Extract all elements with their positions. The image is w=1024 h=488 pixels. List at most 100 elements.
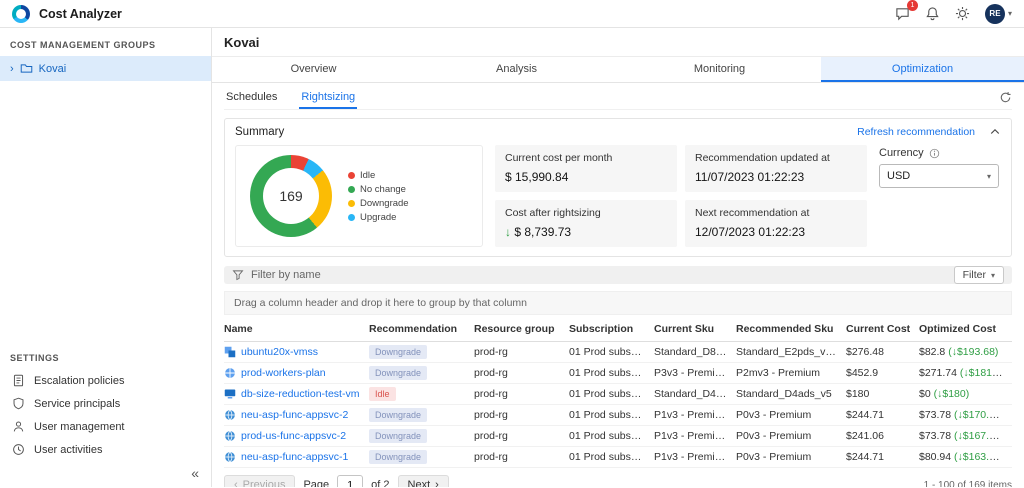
user-menu[interactable]: RE ▾ [984, 3, 1012, 24]
recommended-sku-cell: P0v3 - Premium [736, 409, 812, 421]
current-sku-cell: Standard_D8as_... [654, 346, 736, 358]
top-bar: Cost Analyzer 1 RE ▾ [0, 0, 1024, 28]
shield-icon [13, 397, 24, 410]
recommendation-badge: Downgrade [369, 429, 428, 443]
gear-icon [955, 6, 970, 21]
current-sku-cell: P1v3 - PremiumV3 [654, 451, 736, 463]
bell-icon [926, 7, 939, 21]
optimized-cost-value: $73.78 [919, 430, 952, 442]
tab-overview[interactable]: Overview [212, 57, 415, 82]
info-icon[interactable] [929, 148, 940, 159]
resource-name-link[interactable]: prod-workers-plan [241, 367, 326, 379]
resource-name-link[interactable]: db-size-reduction-test-vm [241, 388, 359, 400]
tab-analysis[interactable]: Analysis [415, 57, 618, 82]
current-sku-cell: Standard_D4ads_v5 [654, 388, 736, 400]
col-current-cost[interactable]: Current Cost [846, 323, 919, 335]
table-body: ubuntu20x-vmss Downgrade prod-rg 01 Prod… [224, 342, 1012, 468]
previous-page-button[interactable]: ‹ Previous [224, 475, 296, 487]
recommended-sku-cell: P0v3 - Premium [736, 430, 812, 442]
recommendation-badge: Downgrade [369, 450, 428, 464]
tab-bar: Overview Analysis Monitoring Optimizatio… [212, 57, 1024, 83]
sidebar-item-service-principals[interactable]: Service principals [0, 392, 211, 415]
savings-value: (↓$193.68) [948, 346, 999, 358]
chevron-left-icon: ‹ [234, 479, 238, 487]
resource-name-link[interactable]: neu-asp-func-appsvc-2 [241, 409, 348, 421]
page-label: Page [303, 479, 330, 487]
table-row[interactable]: neu-asp-func-appsvc-1 Downgrade prod-rg … [224, 447, 1012, 468]
currency-label: Currency [879, 147, 924, 159]
filter-by-name-input[interactable]: Filter by name [251, 269, 321, 281]
tab-monitoring[interactable]: Monitoring [618, 57, 821, 82]
recommendation-updated-card: Recommendation updated at 11/07/2023 01:… [685, 145, 867, 192]
group-name: Kovai [38, 62, 67, 75]
folder-icon [20, 64, 32, 73]
sidebar-item-kovai[interactable]: › Kovai [0, 56, 211, 81]
col-optimized-cost[interactable]: Optimized Cost [919, 323, 1012, 335]
savings-value: (↓$170.93) [954, 409, 1005, 421]
currency-select[interactable]: USD ▾ [879, 164, 999, 188]
group-by-drop-zone[interactable]: Drag a column header and drop it here to… [224, 291, 1012, 315]
legend-item: Downgrade [348, 198, 409, 209]
resource-name-link[interactable]: neu-asp-func-appsvc-1 [241, 451, 348, 463]
table-row[interactable]: prod-workers-plan Downgrade prod-rg 01 P… [224, 363, 1012, 384]
settings-header: SETTINGS [10, 353, 60, 363]
notifications-button[interactable] [925, 6, 940, 21]
activity-clock-icon [13, 444, 24, 455]
sidebar-collapse-button[interactable]: « [0, 461, 211, 487]
plan-icon [224, 367, 236, 379]
col-recommendation[interactable]: Recommendation [369, 323, 474, 335]
col-name[interactable]: Name [224, 323, 369, 335]
resource-name-link[interactable]: prod-us-func-appsvc-2 [241, 430, 346, 442]
refresh-button[interactable] [999, 91, 1012, 109]
subscription-cell: 01 Prod subscripti... [569, 367, 654, 379]
tab-optimization[interactable]: Optimization [821, 57, 1024, 82]
table-row[interactable]: ubuntu20x-vmss Downgrade prod-rg 01 Prod… [224, 342, 1012, 363]
settings-button[interactable] [955, 6, 970, 21]
table-row[interactable]: prod-us-func-appsvc-2 Downgrade prod-rg … [224, 426, 1012, 447]
refresh-recommendation-link[interactable]: Refresh recommendation [857, 126, 975, 138]
savings-value: (↓$163.78) [954, 451, 1005, 463]
col-current-sku[interactable]: Current Sku [654, 323, 736, 335]
filter-button[interactable]: Filter ▾ [953, 266, 1004, 284]
optimized-cost-cell: $80.94 (↓$163.78) [919, 451, 1012, 463]
current-cost-cell: $244.71 [846, 409, 884, 421]
main-content: Kovai Overview Analysis Monitoring Optim… [212, 28, 1024, 487]
table-row[interactable]: db-size-reduction-test-vm Idle prod-rg 0… [224, 384, 1012, 405]
sidebar-item-user-activities[interactable]: User activities [0, 438, 211, 461]
sidebar-item-user-management[interactable]: User management [0, 415, 211, 438]
avatar: RE [984, 3, 1005, 24]
messages-button[interactable]: 1 [895, 0, 918, 21]
current-sku-cell: P1v3 - PremiumV3 [654, 430, 736, 442]
summary-cards: Current cost per month $ 15,990.84 Recom… [495, 145, 867, 247]
legend-dot [348, 199, 355, 207]
current-cost-cell: $276.48 [846, 346, 884, 358]
sidebar-item-escalation-policies[interactable]: Escalation policies [0, 369, 211, 392]
refresh-icon [1000, 91, 1011, 103]
current-sku-cell: P3v3 - PremiumV3 [654, 367, 736, 379]
subtab-schedules[interactable]: Schedules [224, 91, 279, 109]
next-recommendation-card: Next recommendation at 12/07/2023 01:22:… [685, 200, 867, 247]
table-row[interactable]: neu-asp-func-appsvc-2 Downgrade prod-rg … [224, 405, 1012, 426]
collapse-summary-button[interactable] [989, 126, 1001, 138]
col-subscription[interactable]: Subscription [569, 323, 654, 335]
recommendation-badge: Downgrade [369, 366, 428, 380]
legend-label: Downgrade [360, 197, 409, 209]
chart-legend: Idle No change Downgrade Upgrade [348, 170, 409, 223]
document-icon [13, 374, 24, 387]
legend-label: Upgrade [360, 211, 397, 223]
legend-dot [348, 213, 355, 221]
page-number-input[interactable] [337, 475, 364, 487]
filter-bar[interactable]: Filter by name Filter ▾ [224, 266, 1012, 284]
cost-groups-header: COST MANAGEMENT GROUPS [10, 40, 156, 50]
resource-name-link[interactable]: ubuntu20x-vmss [241, 346, 318, 358]
sidebar: COST MANAGEMENT GROUPS › Kovai SETTINGS … [0, 28, 212, 487]
vmss-icon [224, 346, 236, 358]
current-cost-card: Current cost per month $ 15,990.84 [495, 145, 677, 192]
subtab-rightsizing[interactable]: Rightsizing [299, 91, 357, 109]
col-resource-group[interactable]: Resource group [474, 323, 569, 335]
legend-item: Idle [348, 170, 409, 181]
optimized-cost-value: $82.8 [919, 346, 946, 358]
next-page-button[interactable]: Next › [397, 475, 449, 487]
col-recommended-sku[interactable]: Recommended Sku [736, 323, 846, 335]
app-title: Cost Analyzer [39, 6, 122, 21]
